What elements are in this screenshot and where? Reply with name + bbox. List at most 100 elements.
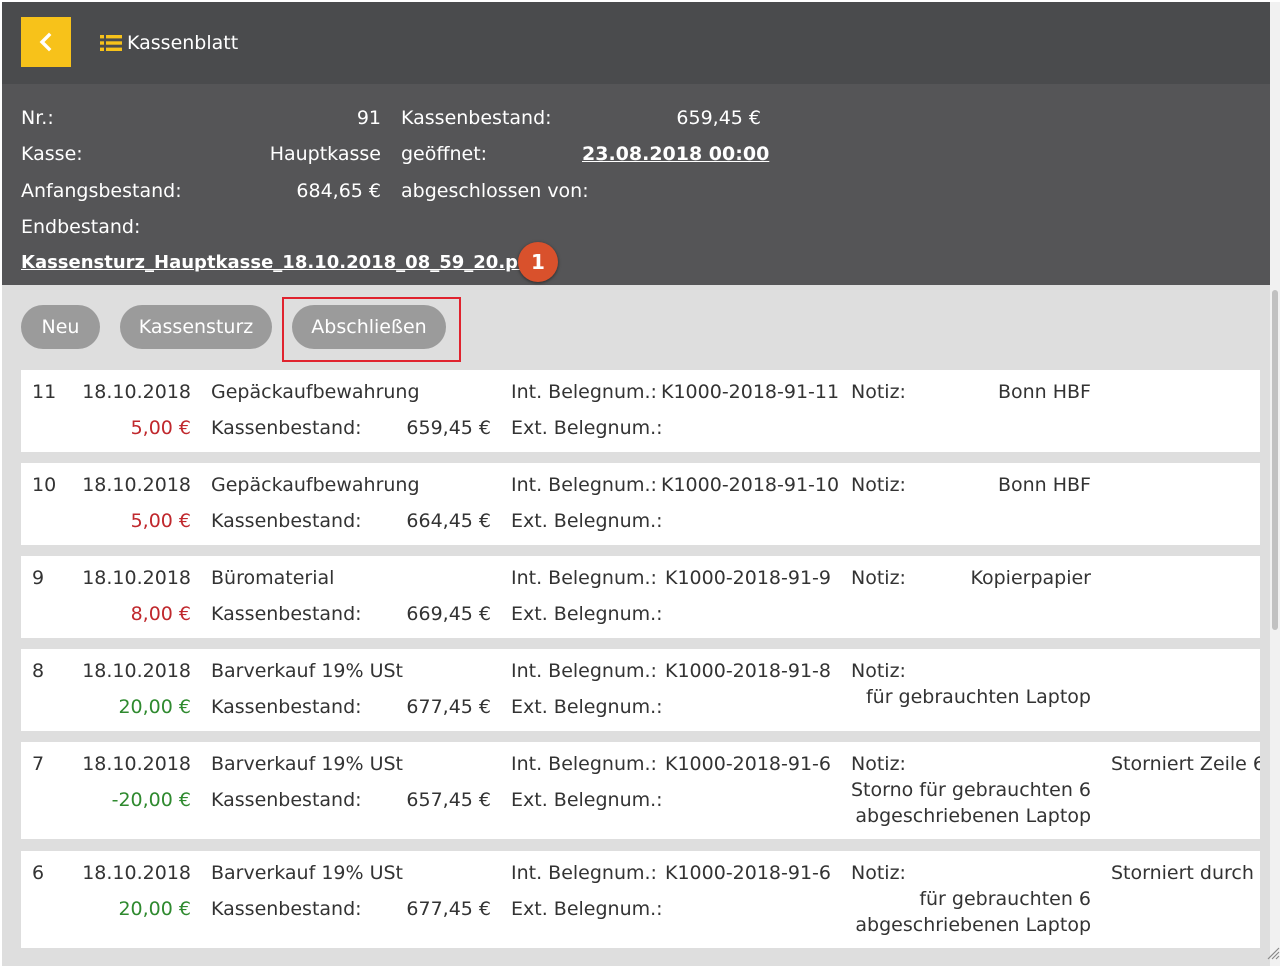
entry-date: 18.10.2018 xyxy=(82,753,191,775)
entry-category: Barverkauf 19% USt xyxy=(211,862,404,884)
int-beleg-value: K1000-2018-91-9 xyxy=(665,567,831,589)
kassensturz-pdf-link[interactable]: Kassensturz_Hauptkasse_18.10.2018_08_59_… xyxy=(21,250,539,276)
kasse-value: Hauptkasse xyxy=(269,143,381,165)
kassenbestand-label: Kassenbestand: xyxy=(401,107,552,129)
step-marker-badge: 1 xyxy=(518,242,558,282)
entry-category: Barverkauf 19% USt xyxy=(211,660,404,682)
cash-sheet-info: Nr.: 91 Kassenbestand: 659,45 € Kasse: H… xyxy=(2,84,1270,285)
kasse-label: Kasse: xyxy=(21,143,83,165)
notiz-label: Notiz: xyxy=(851,567,906,589)
abgeschlossen-label: abgeschlossen von: xyxy=(401,180,589,202)
entry-row[interactable]: 9 18.10.2018 Büromaterial Int. Belegnum.… xyxy=(21,556,1260,638)
resize-grip-icon[interactable] xyxy=(1266,946,1280,960)
kassenbestand-label: Kassenbestand: xyxy=(211,898,362,920)
entry-nr: 7 xyxy=(32,753,45,775)
entry-date: 18.10.2018 xyxy=(82,660,191,682)
ext-beleg-label: Ext. Belegnum.: xyxy=(511,417,663,439)
entry-amount: 20,00 € xyxy=(118,898,191,920)
entry-date: 18.10.2018 xyxy=(82,567,191,589)
int-beleg-label: Int. Belegnum.: xyxy=(511,660,657,682)
ext-beleg-label: Ext. Belegnum.: xyxy=(511,696,663,718)
note-text: Bonn HBF xyxy=(997,474,1091,496)
entry-kassenbestand: 669,45 € xyxy=(406,603,491,625)
entry-kassenbestand: 677,45 € xyxy=(406,696,491,718)
nr-label: Nr.: xyxy=(21,107,54,129)
notiz-label: Notiz: xyxy=(851,660,906,682)
kassenbestand-label: Kassenbestand: xyxy=(211,417,362,439)
kassenbestand-label: Kassenbestand: xyxy=(211,789,362,811)
geoeffnet-label: geöffnet: xyxy=(401,143,488,165)
entry-category: Barverkauf 19% USt xyxy=(211,753,404,775)
entry-kassenbestand: 664,45 € xyxy=(406,510,491,532)
note-text: abgeschriebenen Laptop xyxy=(855,805,1091,827)
chevron-left-icon xyxy=(39,32,52,52)
note-text: Storno für gebrauchten 6 xyxy=(850,779,1091,801)
note-text: Kopierpapier xyxy=(970,567,1091,589)
entry-amount: -20,00 € xyxy=(111,789,191,811)
int-beleg-label: Int. Belegnum.: xyxy=(511,753,657,775)
entry-kassenbestand: 657,45 € xyxy=(406,789,491,811)
ext-beleg-label: Ext. Belegnum.: xyxy=(511,898,663,920)
notiz-label: Notiz: xyxy=(851,753,906,775)
entry-amount: 5,00 € xyxy=(130,417,191,439)
entry-amount: 5,00 € xyxy=(130,510,191,532)
entry-kassenbestand: 659,45 € xyxy=(406,417,491,439)
anfangsbestand-value: 684,65 € xyxy=(296,180,381,202)
entry-kassenbestand: 677,45 € xyxy=(406,898,491,920)
list-icon xyxy=(100,35,122,51)
back-button[interactable] xyxy=(21,17,71,67)
entry-nr: 8 xyxy=(32,660,45,682)
note-text: Bonn HBF xyxy=(997,381,1091,403)
entry-nr: 9 xyxy=(32,567,45,589)
int-beleg-label: Int. Belegnum.: xyxy=(511,567,657,589)
int-beleg-value: K1000-2018-91-6 xyxy=(665,753,831,775)
kassensturz-button[interactable]: Kassensturz xyxy=(120,305,272,349)
entry-row[interactable]: 10 18.10.2018 Gepäckaufbewahrung Int. Be… xyxy=(21,463,1260,545)
note-text: für gebrauchten 6 xyxy=(919,888,1091,910)
entry-nr: 11 xyxy=(32,381,57,403)
int-beleg-value: K1000-2018-91-11 xyxy=(661,381,840,403)
kassenbestand-value: 659,45 € xyxy=(676,107,761,129)
abgeschlossen-value xyxy=(582,178,761,204)
endbestand-value xyxy=(242,214,381,240)
entry-row[interactable]: 11 18.10.2018 Gepäckaufbewahrung Int. Be… xyxy=(21,370,1260,452)
top-bar: Kassenblatt xyxy=(2,2,1270,84)
entry-nr: 10 xyxy=(32,474,57,496)
neu-button[interactable]: Neu xyxy=(21,305,100,349)
int-beleg-label: Int. Belegnum.: xyxy=(511,474,657,496)
int-beleg-label: Int. Belegnum.: xyxy=(511,381,657,403)
entry-category: Gepäckaufbewahrung xyxy=(211,474,420,496)
ext-beleg-label: Ext. Belegnum.: xyxy=(511,603,663,625)
geoeffnet-date-link[interactable]: 23.08.2018 00:00 xyxy=(582,141,769,167)
note-text: für gebrauchten Laptop xyxy=(865,686,1091,708)
ext-beleg-label: Ext. Belegnum.: xyxy=(511,510,663,532)
entry-category: Gepäckaufbewahrung xyxy=(211,381,420,403)
storno-status: Storniert durch Zeile 7 xyxy=(1111,862,1260,884)
kassenbestand-label: Kassenbestand: xyxy=(211,510,362,532)
note-text: abgeschriebenen Laptop xyxy=(855,914,1091,936)
entry-row[interactable]: 6 18.10.2018 Barverkauf 19% USt Int. Bel… xyxy=(21,851,1260,948)
entry-amount: 20,00 € xyxy=(118,696,191,718)
kassenbestand-label: Kassenbestand: xyxy=(211,696,362,718)
kassenbestand-label: Kassenbestand: xyxy=(211,603,362,625)
entry-category: Büromaterial xyxy=(211,567,335,589)
highlight-frame xyxy=(282,297,461,362)
kassenblatt-page: Kassenblatt Nr.: 91 Kassenbestand: 659,4… xyxy=(2,2,1270,966)
ext-beleg-label: Ext. Belegnum.: xyxy=(511,789,663,811)
entry-amount: 8,00 € xyxy=(130,603,191,625)
entry-row[interactable]: 8 18.10.2018 Barverkauf 19% USt Int. Bel… xyxy=(21,649,1260,731)
notiz-label: Notiz: xyxy=(851,381,906,403)
notiz-label: Notiz: xyxy=(851,474,906,496)
int-beleg-value: K1000-2018-91-10 xyxy=(661,474,840,496)
int-beleg-value: K1000-2018-91-8 xyxy=(665,660,831,682)
anfangsbestand-label: Anfangsbestand: xyxy=(21,180,182,202)
nr-value: 91 xyxy=(356,107,381,129)
endbestand-label: Endbestand: xyxy=(21,216,141,238)
entry-date: 18.10.2018 xyxy=(82,862,191,884)
scrollbar-thumb[interactable] xyxy=(1272,290,1278,630)
page-title-group: Kassenblatt xyxy=(100,30,238,56)
int-beleg-label: Int. Belegnum.: xyxy=(511,862,657,884)
int-beleg-value: K1000-2018-91-6 xyxy=(665,862,831,884)
entry-date: 18.10.2018 xyxy=(82,474,191,496)
entry-row[interactable]: 7 18.10.2018 Barverkauf 19% USt Int. Bel… xyxy=(21,742,1260,839)
